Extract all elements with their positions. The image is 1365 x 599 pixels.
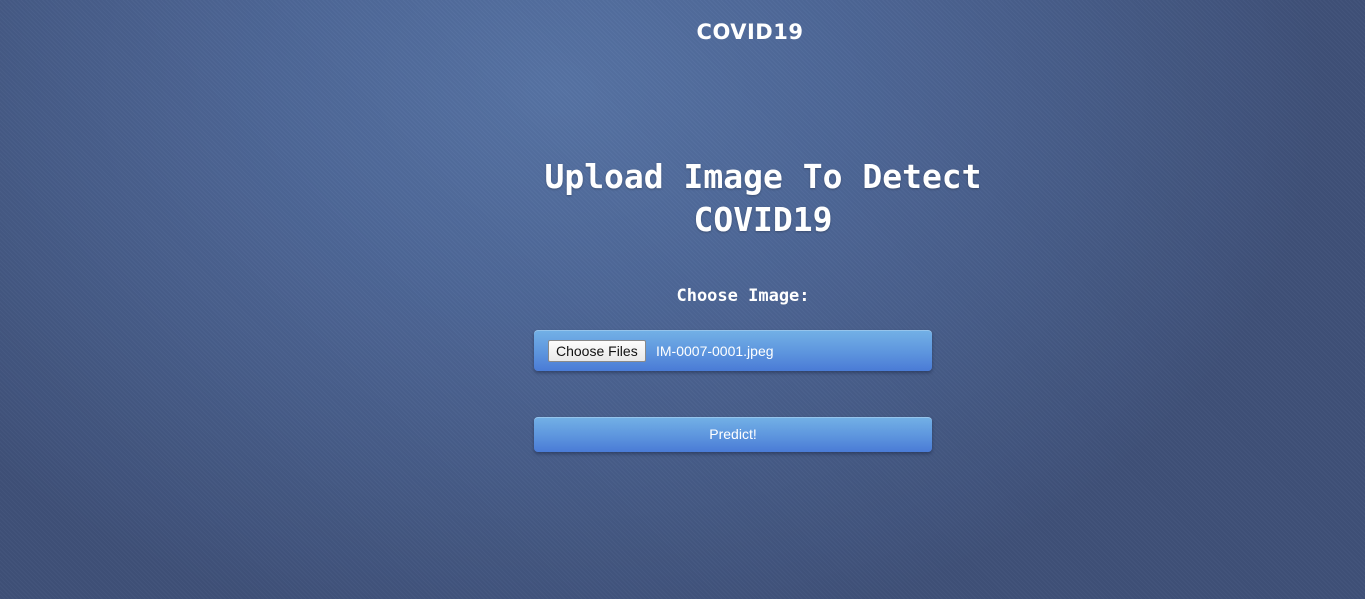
choose-files-button[interactable]: Choose Files xyxy=(548,340,646,362)
predict-button[interactable]: Predict! xyxy=(534,417,932,452)
selected-file-name: IM-0007-0001.jpeg xyxy=(656,343,774,359)
page-heading: Upload Image To Detect COVID19 xyxy=(544,157,982,239)
site-title: COVID19 xyxy=(696,20,804,44)
file-upload-field[interactable]: Choose Files IM-0007-0001.jpeg xyxy=(534,330,932,371)
choose-image-label: Choose Image: xyxy=(676,286,810,306)
